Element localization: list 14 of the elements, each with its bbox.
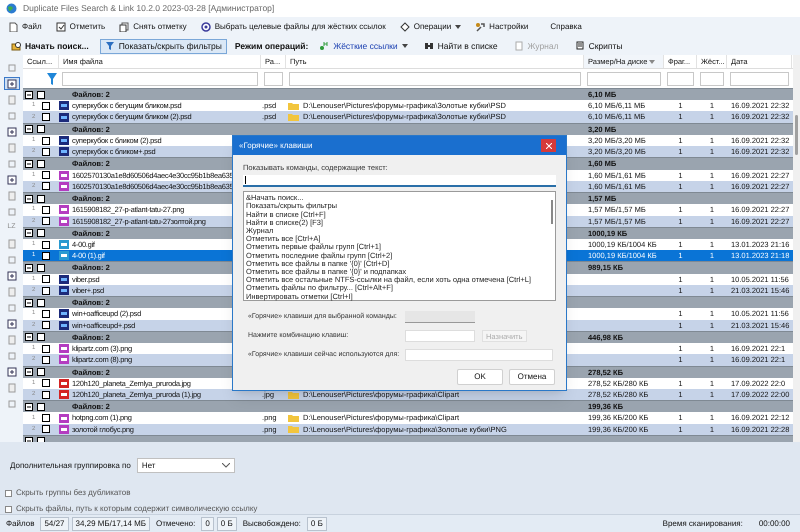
status-label: Высвобождено: <box>242 518 302 530</box>
status-value: 0 <box>201 516 214 530</box>
status-label: Отмечено: <box>155 518 196 530</box>
status-value: 0 Б <box>306 516 327 530</box>
mode-label: Режим операций: <box>234 40 308 52</box>
status-label: Время сканирования: <box>662 518 744 530</box>
status-value: 0 Б <box>216 516 237 530</box>
status-value: 54/27 <box>40 516 68 530</box>
dialog-title: «Горячие» клавиши <box>239 140 312 152</box>
status-label: 00:00:00 <box>758 518 791 530</box>
window-title: Duplicate Files Search & Link 10.2.0 2023-03-28 [Администратор] <box>23 2 274 15</box>
grouping-label: Дополнительная группировка по <box>10 460 131 472</box>
status-label: Файлов <box>5 518 36 530</box>
status-value: 34,29 МБ/17,14 МБ <box>72 516 150 530</box>
